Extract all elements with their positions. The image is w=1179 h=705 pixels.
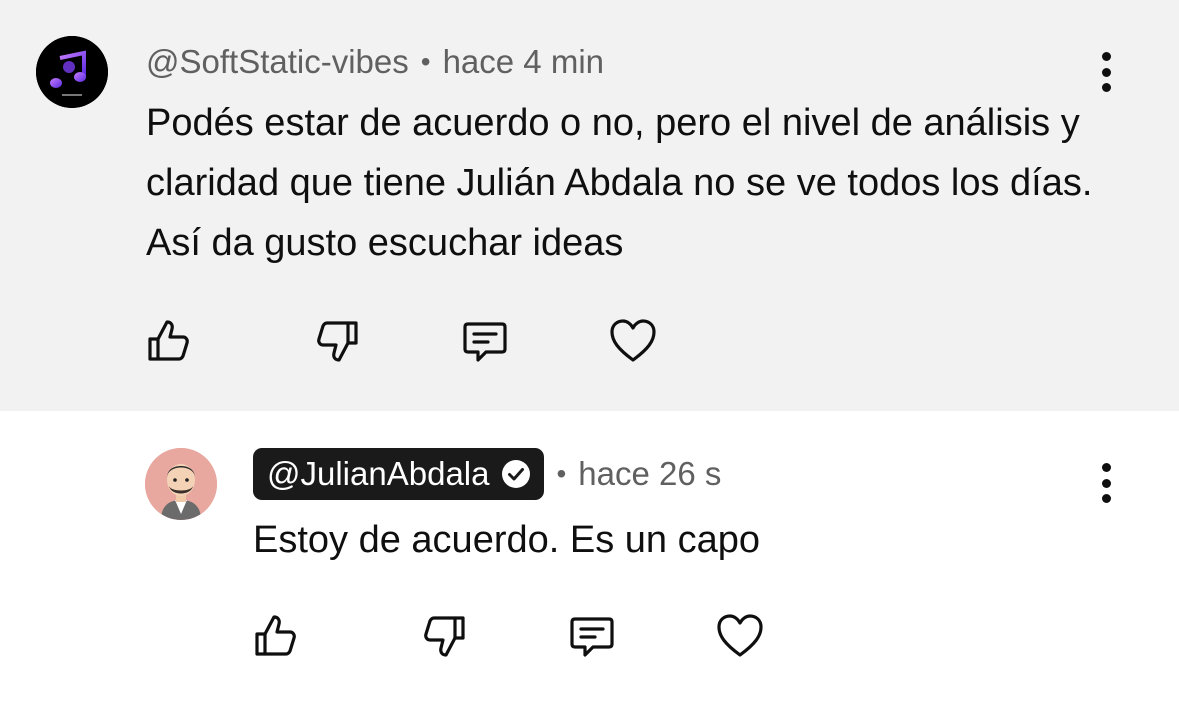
- heart-button[interactable]: [715, 611, 765, 661]
- thumbs-up-icon: [148, 320, 189, 361]
- verified-check-icon: [502, 460, 531, 488]
- comment-highlighted: @SoftStatic-vibes • hace 4 min Podés est…: [0, 0, 1179, 411]
- comment-meta: @SoftStatic-vibes • hace 4 min: [146, 42, 604, 82]
- cartoon-person-icon: [145, 448, 217, 520]
- separator: •: [420, 46, 431, 77]
- comment-author: @JulianAbdala: [267, 455, 490, 492]
- more-options-icon[interactable]: [1094, 459, 1118, 507]
- heart-icon: [610, 319, 656, 362]
- reply-icon: [463, 322, 507, 362]
- avatar[interactable]: [36, 36, 108, 108]
- more-options-icon[interactable]: [1094, 48, 1118, 96]
- dislike-button[interactable]: [419, 611, 469, 661]
- creator-badge[interactable]: @JulianAbdala: [253, 448, 545, 500]
- dislike-button[interactable]: [312, 316, 362, 366]
- heart-icon: [717, 614, 763, 657]
- thumbs-down-icon: [424, 616, 465, 657]
- thumbs-down-icon: [317, 321, 358, 362]
- like-button[interactable]: [144, 316, 194, 366]
- comment-meta: @JulianAbdala • hace 26 s: [253, 448, 721, 500]
- comment-text: Podés estar de acuerdo o no, pero el niv…: [146, 102, 1093, 264]
- comment-author[interactable]: @SoftStatic-vibes: [146, 43, 409, 81]
- comment-text: Estoy de acuerdo. Es un capo: [253, 519, 760, 561]
- reply-button[interactable]: [460, 316, 510, 366]
- separator: •: [556, 458, 567, 489]
- reply-icon: [570, 617, 614, 657]
- comment-time[interactable]: hace 26 s: [578, 455, 721, 493]
- music-notes-logo-icon: [36, 36, 108, 108]
- heart-button[interactable]: [608, 316, 658, 366]
- comment-time[interactable]: hace 4 min: [443, 43, 604, 81]
- like-button[interactable]: [251, 611, 301, 661]
- avatar[interactable]: [145, 448, 217, 520]
- comment-reply: @JulianAbdala • hace 26 s Estoy de acuer…: [0, 411, 1179, 705]
- thumbs-up-icon: [255, 615, 296, 656]
- reply-button[interactable]: [567, 611, 617, 661]
